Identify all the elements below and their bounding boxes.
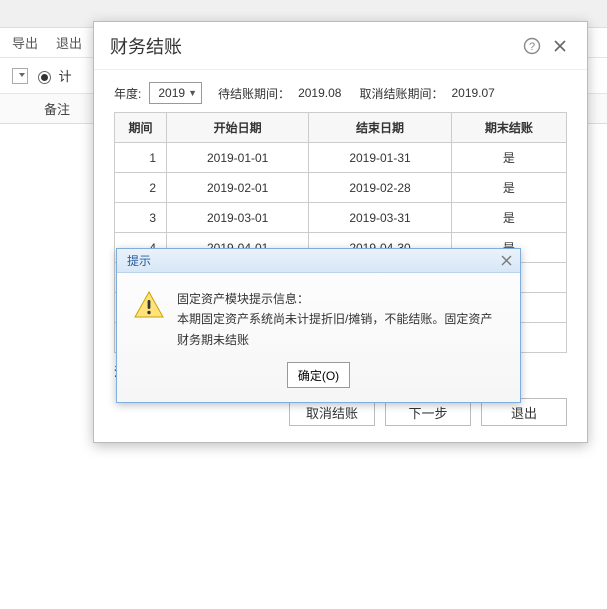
modal-header: 财务结账 ? <box>94 22 587 70</box>
pending-value: 2019.08 <box>298 86 341 100</box>
cell-period: 3 <box>115 203 167 233</box>
alert-ok-button[interactable]: 确定(O) <box>287 362 350 388</box>
warning-icon <box>133 289 165 350</box>
alert-body: 固定资产模块提示信息： 本期固定资产系统尚未计提折旧/摊销，不能结账。固定资产财… <box>117 273 520 358</box>
radio-label: 计 <box>59 69 72 84</box>
cell-start: 2019-01-01 <box>167 143 309 173</box>
table-row: 12019-01-012019-01-31是 <box>115 143 567 173</box>
cell-period: 2 <box>115 173 167 203</box>
cancel-period-label: 取消结账期间： <box>359 85 443 102</box>
cell-start: 2019-03-01 <box>167 203 309 233</box>
cell-period: 1 <box>115 143 167 173</box>
alert-modal: 提示 固定资产模块提示信息： 本期固定资产系统尚未计提折旧/摊销，不能结账。固定… <box>116 248 521 403</box>
cell-closed: 是 <box>451 143 566 173</box>
alert-close-icon[interactable] <box>498 253 514 269</box>
th-closed: 期末结账 <box>451 113 566 143</box>
table-header-row: 期间 开始日期 结束日期 期末结账 <box>115 113 567 143</box>
close-icon[interactable] <box>549 35 571 57</box>
radio-option[interactable]: 计 <box>38 66 72 85</box>
cell-end: 2019-03-31 <box>309 203 451 233</box>
table-row: 32019-03-012019-03-31是 <box>115 203 567 233</box>
alert-line1: 固定资产模块提示信息： <box>177 289 504 309</box>
help-icon[interactable]: ? <box>521 35 543 57</box>
year-label: 年度: <box>114 85 141 102</box>
year-row: 年度: 2019 待结账期间： 2019.08 取消结账期间： 2019.07 <box>114 82 567 104</box>
th-period: 期间 <box>115 113 167 143</box>
cell-closed: 是 <box>451 173 566 203</box>
alert-footer: 确定(O) <box>117 358 520 402</box>
alert-header: 提示 <box>117 249 520 273</box>
toolbar-exit[interactable]: 退出 <box>56 33 82 52</box>
th-start: 开始日期 <box>167 113 309 143</box>
col-remark-label: 备注 <box>44 99 70 118</box>
cell-end: 2019-01-31 <box>309 143 451 173</box>
cancel-period-value: 2019.07 <box>451 86 494 100</box>
radio-icon <box>38 71 51 84</box>
th-end: 结束日期 <box>309 113 451 143</box>
cell-closed: 是 <box>451 203 566 233</box>
year-select[interactable]: 2019 <box>149 82 202 104</box>
alert-title: 提示 <box>127 252 151 269</box>
cell-start: 2019-02-01 <box>167 173 309 203</box>
toolbar-export[interactable]: 导出 <box>12 33 38 52</box>
svg-text:?: ? <box>529 41 535 53</box>
alert-line2: 本期固定资产系统尚未计提折旧/摊销，不能结账。固定资产财务期未结账 <box>177 309 504 350</box>
cell-end: 2019-02-28 <box>309 173 451 203</box>
modal-title: 财务结账 <box>110 33 515 59</box>
filter-dropdown[interactable] <box>12 68 28 84</box>
alert-message: 固定资产模块提示信息： 本期固定资产系统尚未计提折旧/摊销，不能结账。固定资产财… <box>177 289 504 350</box>
pending-label: 待结账期间： <box>218 85 290 102</box>
table-row: 22019-02-012019-02-28是 <box>115 173 567 203</box>
